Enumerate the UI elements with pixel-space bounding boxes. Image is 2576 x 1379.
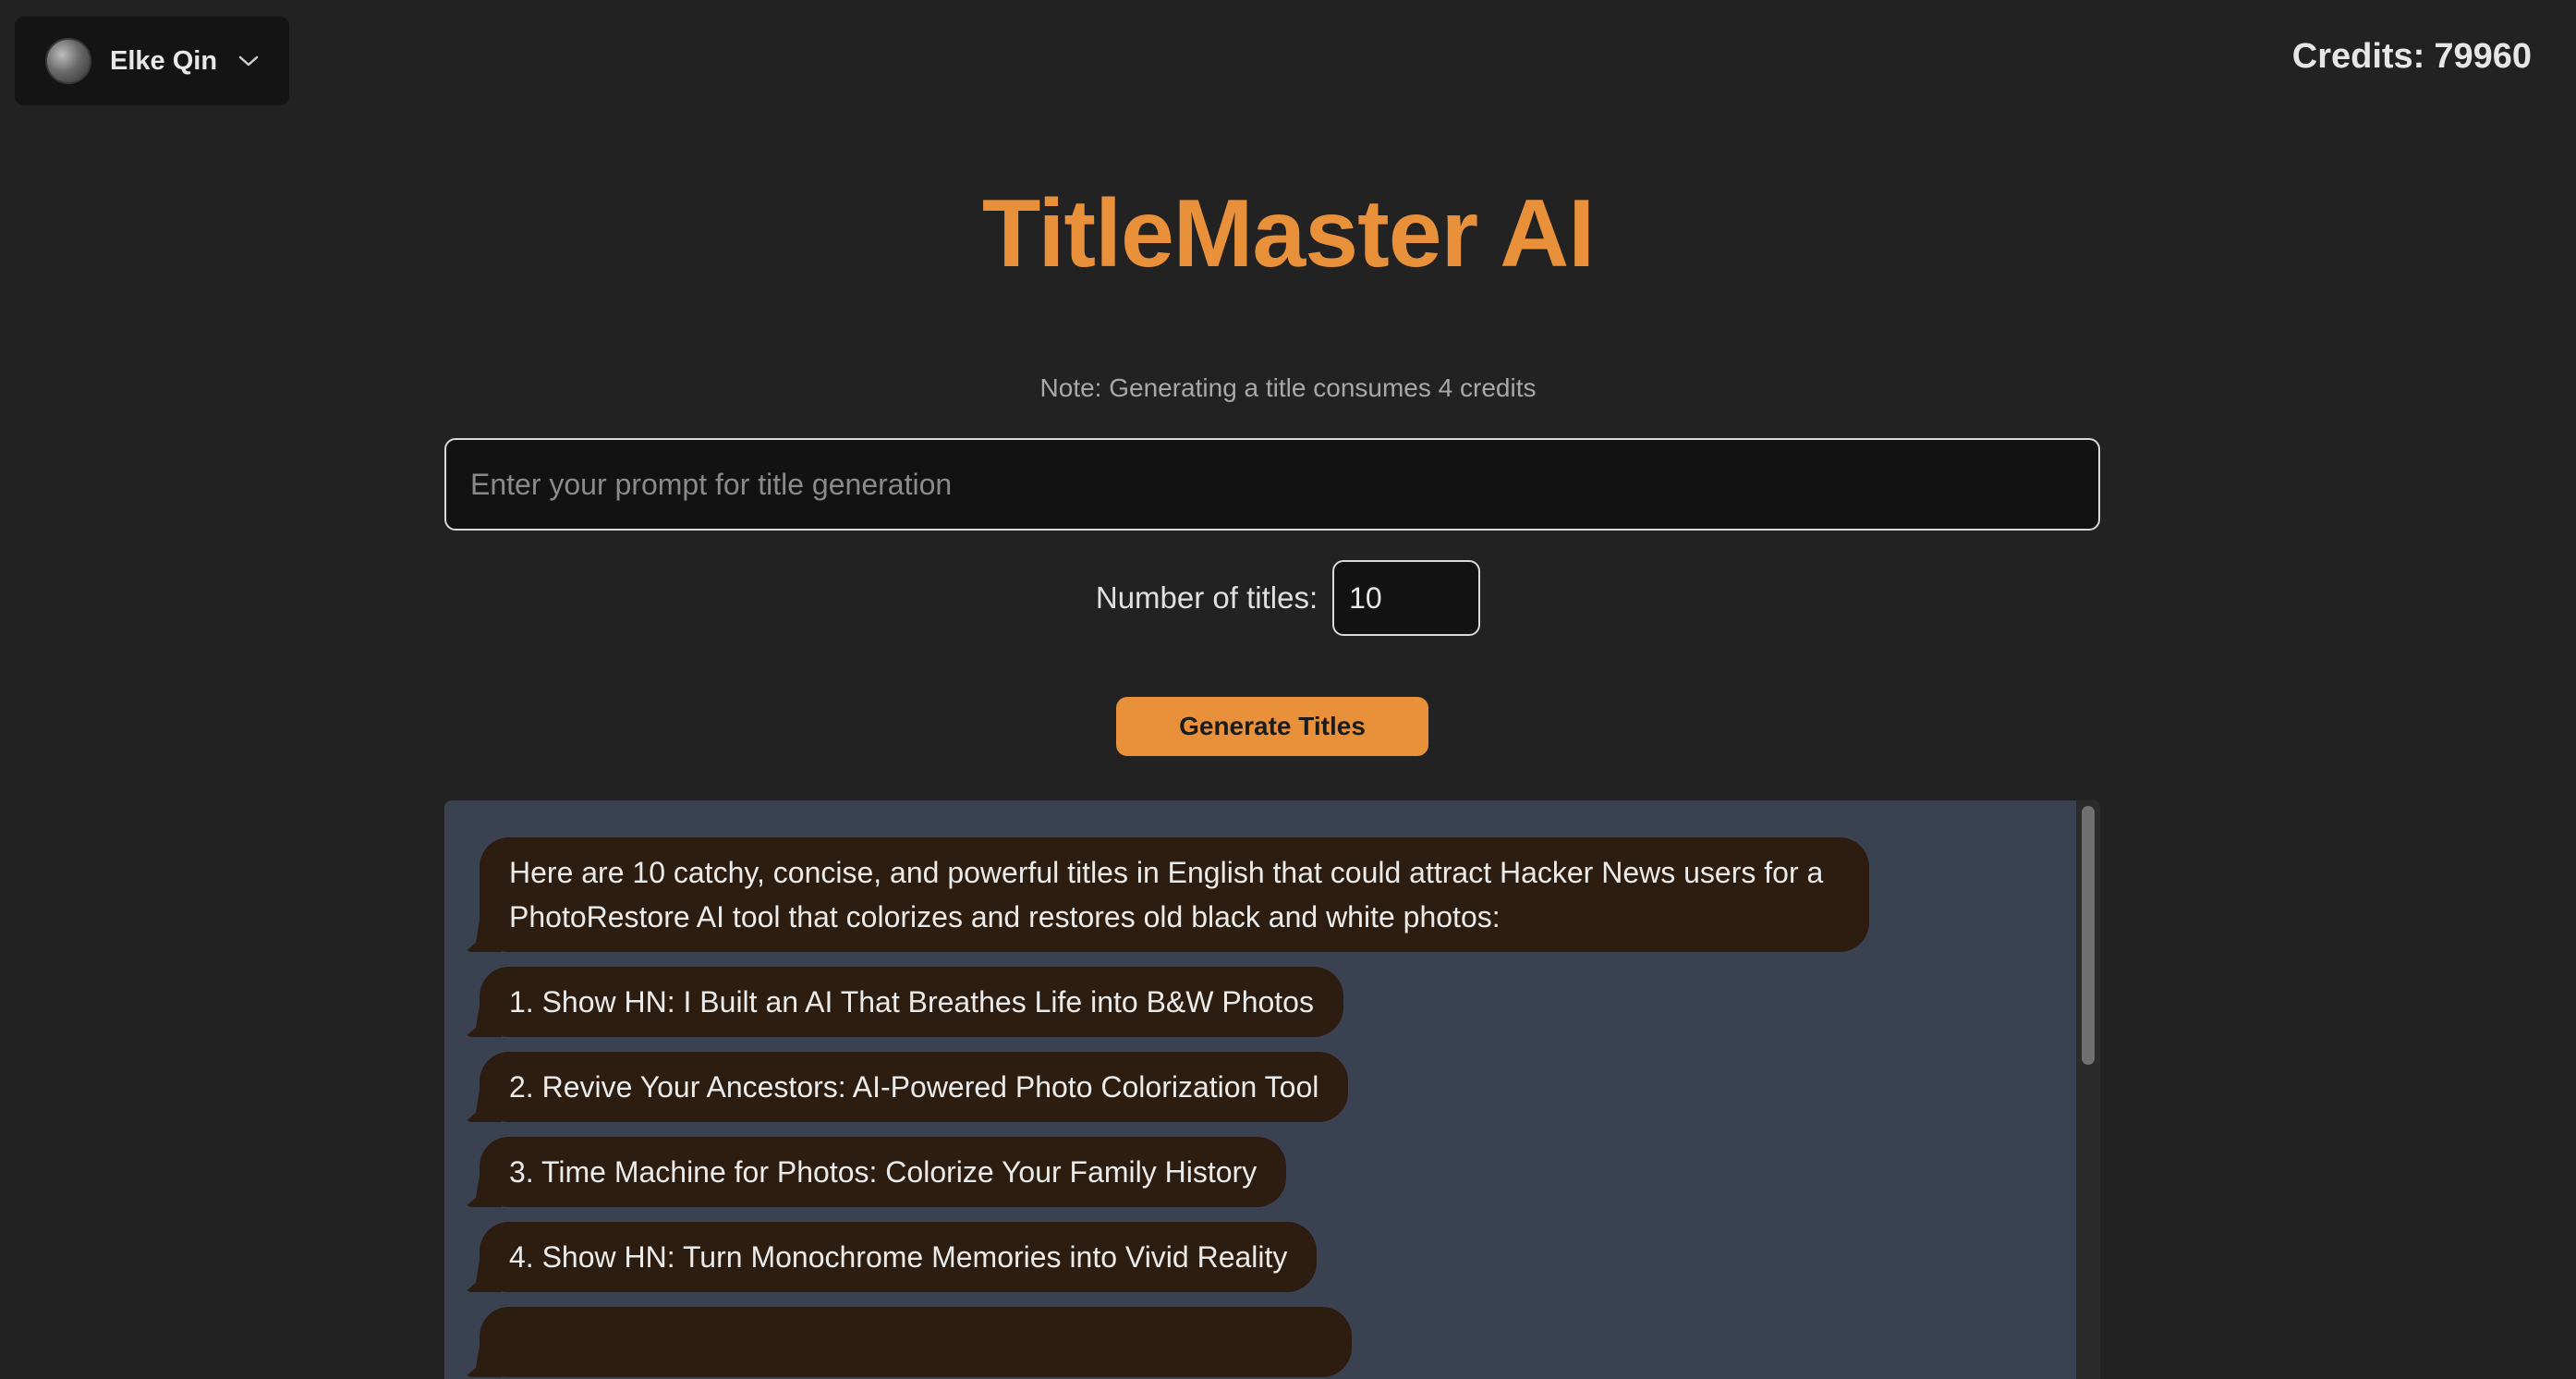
message-bubble: Here are 10 catchy, concise, and powerfu…	[480, 837, 1869, 952]
message-bubble: 1. Show HN: I Built an AI That Breathes …	[480, 967, 1343, 1037]
scrollbar-thumb[interactable]	[2082, 806, 2095, 1065]
user-menu-button[interactable]: Elke Qin	[15, 17, 289, 105]
results-scrollbar[interactable]	[2076, 800, 2100, 1379]
results-panel[interactable]: Here are 10 catchy, concise, and powerfu…	[444, 800, 2100, 1379]
credits-value: 79960	[2434, 37, 2532, 76]
avatar	[45, 38, 91, 84]
credits-label: Credits:	[2291, 37, 2425, 76]
generate-titles-button[interactable]: Generate Titles	[1116, 697, 1428, 756]
credits-display: Credits: 79960	[2292, 37, 2532, 77]
message-bubble: 3. Time Machine for Photos: Colorize You…	[480, 1137, 1287, 1207]
app-title: TitleMaster AI	[981, 180, 1595, 287]
title-count-input[interactable]	[1332, 560, 1481, 636]
credit-note: Note: Generating a title consumes 4 cred…	[1039, 373, 1537, 402]
message-bubble: 2. Revive Your Ancestors: AI-Powered Pho…	[480, 1052, 1349, 1122]
user-name: Elke Qin	[110, 45, 218, 76]
prompt-input[interactable]	[444, 438, 2100, 531]
chevron-down-icon	[237, 54, 260, 68]
title-count-label: Number of titles:	[1095, 580, 1318, 615]
message-bubble: 4. Show HN: Turn Monochrome Memories int…	[480, 1222, 1318, 1292]
title-count-row: Number of titles:	[0, 560, 2576, 636]
page: Elke Qin Credits: 79960 TitleMaster AI N…	[0, 0, 2576, 1379]
message-list: Here are 10 catchy, concise, and powerfu…	[472, 837, 2063, 1379]
message-bubble	[480, 1307, 1352, 1377]
